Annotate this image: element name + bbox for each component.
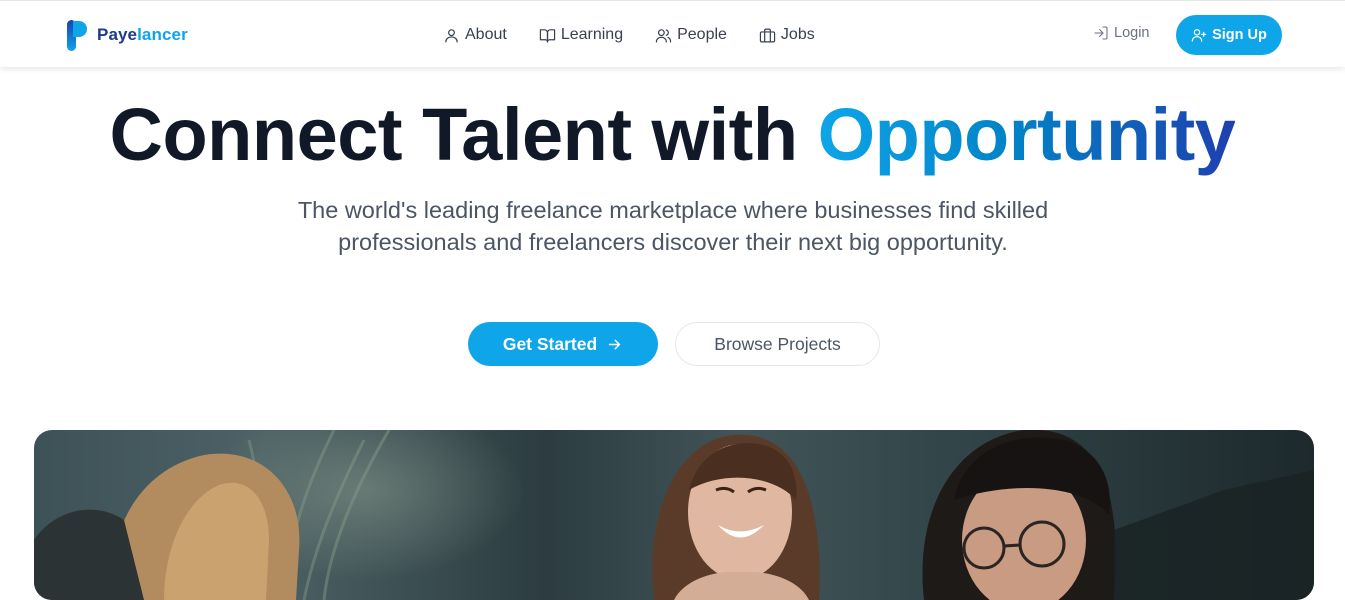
brand-name: Payelancer bbox=[97, 25, 188, 44]
get-started-label: Get Started bbox=[502, 333, 598, 354]
nav-item-label: Jobs bbox=[780, 26, 815, 43]
login-label: Login bbox=[1114, 25, 1150, 41]
login-link[interactable]: Login bbox=[1093, 25, 1149, 41]
log-in-icon bbox=[1094, 26, 1108, 40]
nav-item-about[interactable]: About bbox=[443, 26, 507, 44]
users-icon bbox=[655, 28, 672, 42]
logo-icon bbox=[67, 19, 87, 51]
hero-title: Connect Talent with Opportunity bbox=[0, 92, 1345, 178]
arrow-right-icon bbox=[608, 339, 621, 349]
book-open-icon bbox=[539, 28, 555, 42]
get-started-button[interactable]: Get Started bbox=[468, 322, 658, 366]
nav-item-jobs[interactable]: Jobs bbox=[759, 26, 815, 44]
nav-item-learning[interactable]: Learning bbox=[539, 26, 623, 44]
hero-title-accent: Opportunity bbox=[817, 93, 1236, 176]
hero-subtitle: The world's leading freelance marketplac… bbox=[297, 197, 1049, 255]
nav-item-label: People bbox=[677, 26, 727, 43]
nav-item-label: About bbox=[465, 26, 507, 43]
brand-logo[interactable]: Payelancer bbox=[67, 19, 188, 51]
site-header: Payelancer About Learning People Jobs Lo… bbox=[0, 0, 1345, 67]
user-plus-icon bbox=[1191, 29, 1207, 42]
browse-projects-button[interactable]: Browse Projects bbox=[675, 322, 880, 366]
sign-up-label: Sign Up bbox=[1212, 27, 1267, 43]
hero-title-main: Connect Talent with bbox=[109, 93, 818, 176]
main-nav: About Learning People Jobs bbox=[443, 23, 847, 47]
user-icon bbox=[445, 28, 458, 42]
briefcase-icon bbox=[759, 28, 776, 42]
sign-up-button[interactable]: Sign Up bbox=[1176, 15, 1282, 55]
nav-item-label: Learning bbox=[560, 26, 624, 43]
browse-projects-label: Browse Projects bbox=[714, 333, 841, 354]
nav-item-people[interactable]: People bbox=[655, 26, 727, 44]
